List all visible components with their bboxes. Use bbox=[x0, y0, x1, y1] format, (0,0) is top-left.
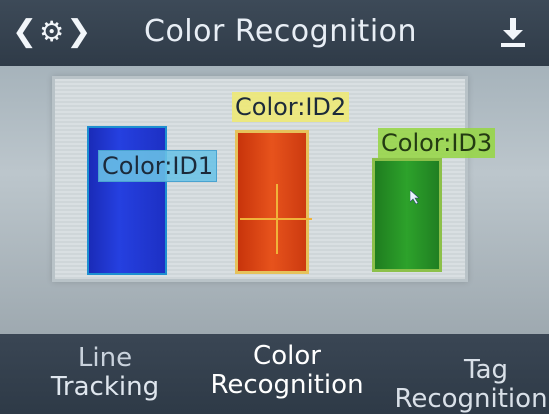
blue-color-block bbox=[87, 126, 167, 275]
screen: ❮ ⚙ ❯ Color Recognition Color:ID1 Color:… bbox=[0, 0, 549, 414]
tab-tag-recognition[interactable]: Tag Recognition bbox=[376, 356, 549, 414]
tab-label-line2: Recognition bbox=[210, 370, 364, 400]
chevron-right-icon[interactable]: ❯ bbox=[66, 17, 91, 47]
tab-color-recognition[interactable]: Color Recognition bbox=[192, 342, 382, 400]
gear-icon[interactable]: ⚙ bbox=[39, 18, 64, 46]
tab-label-line1: Color bbox=[253, 341, 321, 371]
red-color-block bbox=[235, 130, 309, 274]
detection-label-id2: Color:ID2 bbox=[232, 92, 350, 122]
tab-label-line1: Tag bbox=[463, 355, 508, 385]
detection-label-id1: Color:ID1 bbox=[98, 150, 218, 182]
crosshair-vertical bbox=[276, 184, 278, 254]
function-switcher[interactable]: ❮ ⚙ ❯ bbox=[12, 14, 91, 50]
page-title: Color Recognition bbox=[144, 14, 418, 49]
green-color-block bbox=[372, 158, 442, 272]
download-icon[interactable] bbox=[499, 16, 527, 48]
tab-line-tracking[interactable]: Line Tracking bbox=[40, 344, 170, 402]
header-bar: ❮ ⚙ ❯ Color Recognition bbox=[0, 0, 549, 66]
tab-label-line2: Recognition bbox=[394, 384, 548, 414]
chevron-left-icon[interactable]: ❮ bbox=[12, 17, 37, 47]
detection-label-id3: Color:ID3 bbox=[378, 128, 496, 158]
tab-label-line2: Tracking bbox=[50, 372, 160, 402]
tab-label-line1: Line bbox=[77, 343, 133, 373]
cursor-icon bbox=[410, 190, 420, 204]
mode-tab-bar: Line Tracking Color Recognition Tag Reco… bbox=[0, 334, 549, 414]
